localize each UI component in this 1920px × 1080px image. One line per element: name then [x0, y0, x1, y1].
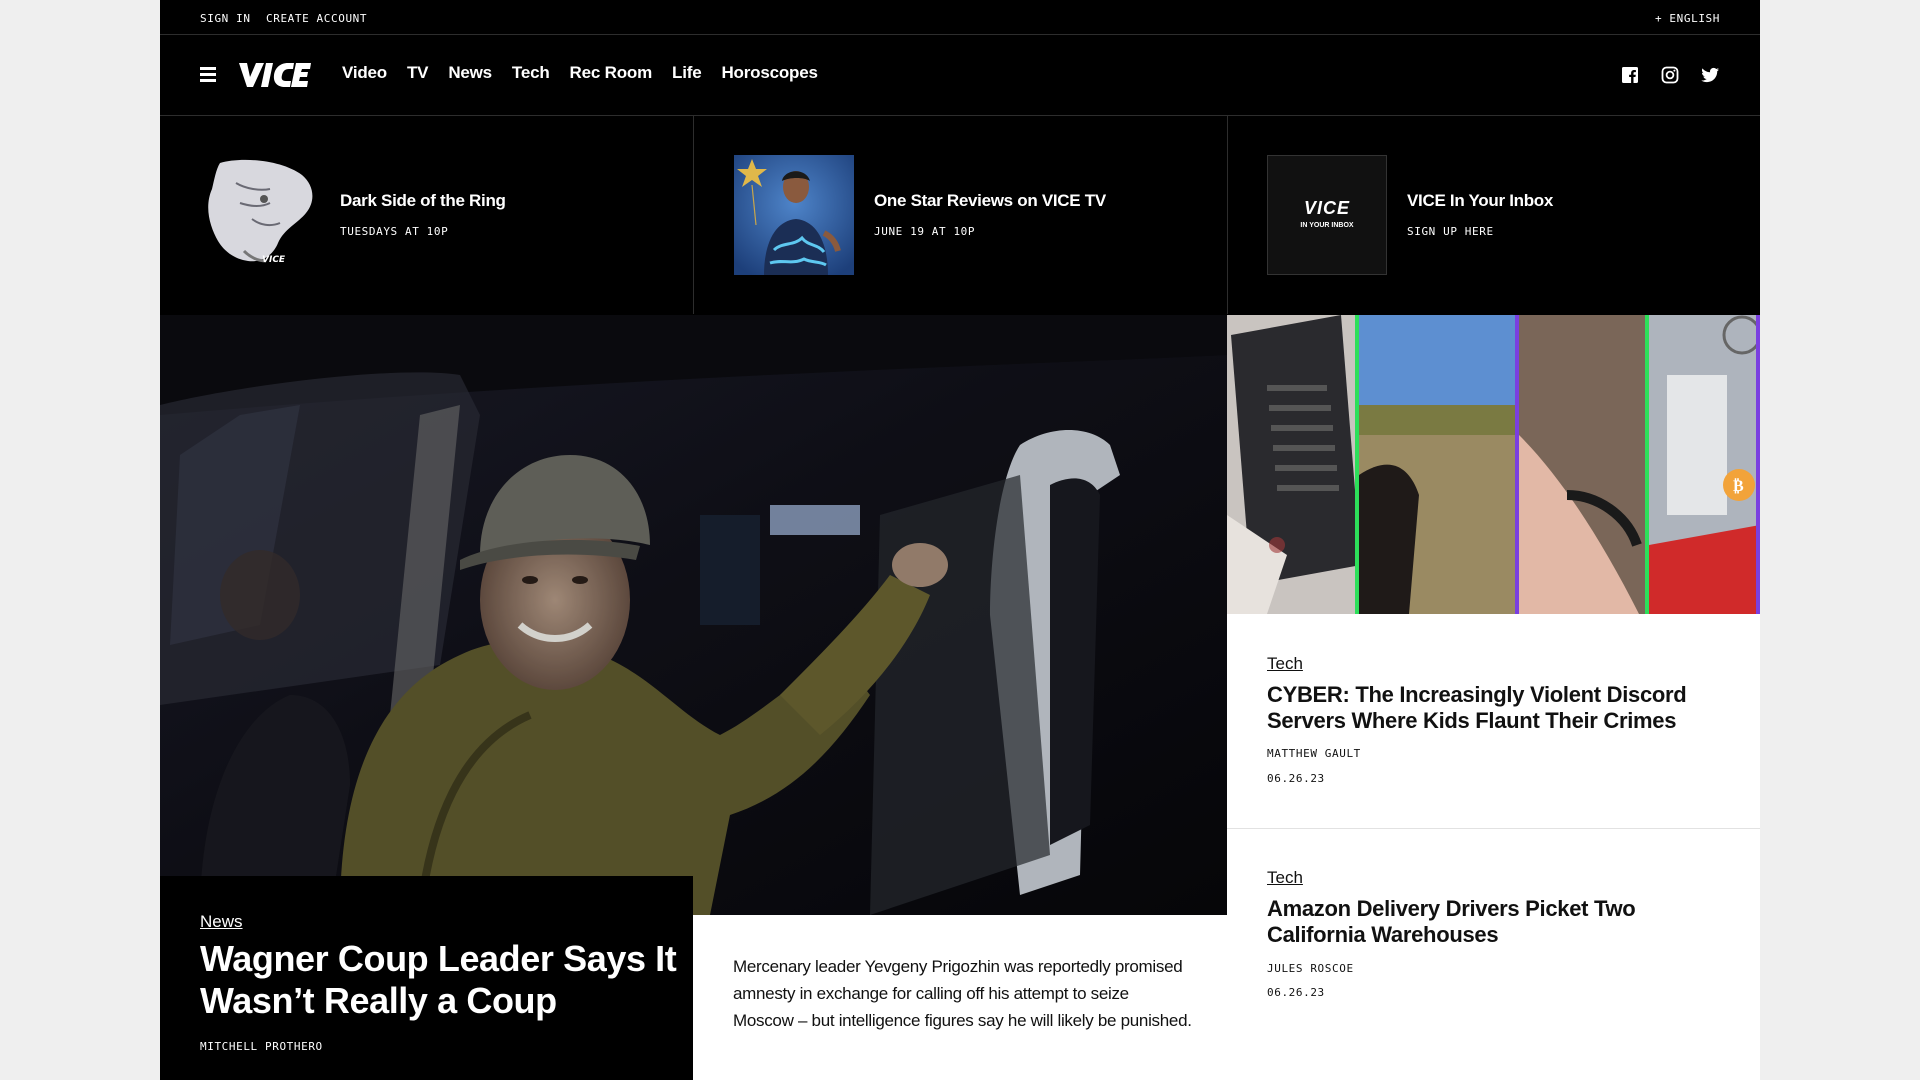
- nav-item-life[interactable]: Life: [672, 63, 702, 83]
- twitter-icon[interactable]: [1700, 65, 1720, 85]
- social-links: [1620, 65, 1720, 85]
- promo-subtitle: TUESDAYS AT 10P: [340, 225, 449, 238]
- promo-card-inbox[interactable]: VICE IN YOUR INBOX VICE In Your Inbox SI…: [1227, 116, 1760, 314]
- promo-card-dark-side[interactable]: VICE Dark Side of the Ring TUESDAYS AT 1…: [160, 116, 694, 314]
- story-date: 06.26.23: [1267, 986, 1325, 999]
- nav-item-horoscopes[interactable]: Horoscopes: [721, 63, 817, 83]
- page: SIGN IN CREATE ACCOUNT + ENGLISH Video T…: [160, 0, 1760, 1080]
- hero-description: Mercenary leader Yevgeny Prigozhin was r…: [733, 957, 1192, 1030]
- story-headline[interactable]: CYBER: The Increasingly Violent Discord …: [1267, 682, 1717, 734]
- story-card[interactable]: Tech CYBER: The Increasingly Violent Dis…: [1227, 614, 1760, 829]
- promo-card-one-star[interactable]: One Star Reviews on VICE TV JUNE 19 AT 1…: [694, 116, 1228, 314]
- hero-author[interactable]: MITCHELL PROTHERO: [200, 1040, 323, 1053]
- promo-title: Dark Side of the Ring: [340, 191, 506, 210]
- instagram-icon[interactable]: [1660, 65, 1680, 85]
- story-headline[interactable]: Amazon Delivery Drivers Picket Two Calif…: [1267, 896, 1717, 948]
- inbox-logo: VICE: [1303, 198, 1350, 218]
- hero-headline-card: News Wagner Coup Leader Says It Wasn’t R…: [160, 876, 693, 1080]
- promo-thumbnail: VICE: [200, 155, 320, 275]
- hamburger-menu-icon[interactable]: [200, 67, 216, 82]
- nav-item-news[interactable]: News: [448, 63, 492, 83]
- main-nav: Video TV News Tech Rec Room Life Horosco…: [160, 35, 1760, 116]
- svg-text:VICE: VICE: [262, 255, 286, 265]
- right-column: ₿ Tech CYBER: The Increasingly Violent D…: [1227, 315, 1760, 1080]
- story-category-link[interactable]: Tech: [1267, 654, 1303, 674]
- facebook-icon[interactable]: [1620, 65, 1640, 85]
- inbox-logo-caption: IN YOUR INBOX: [1300, 222, 1354, 229]
- promo-thumbnail: [734, 155, 854, 275]
- promo-title: VICE In Your Inbox: [1407, 191, 1554, 210]
- top-utility-bar: SIGN IN CREATE ACCOUNT + ENGLISH: [160, 0, 1760, 35]
- nav-item-tv[interactable]: TV: [407, 63, 429, 83]
- hero-headline[interactable]: Wagner Coup Leader Says It Wasn’t Really…: [200, 938, 680, 1022]
- promo-subtitle: SIGN UP HERE: [1407, 225, 1494, 238]
- story-image[interactable]: ₿: [1227, 315, 1760, 614]
- create-account-link[interactable]: CREATE ACCOUNT: [266, 12, 367, 25]
- story-author[interactable]: JULES ROSCOE: [1267, 962, 1354, 975]
- hero-category-link[interactable]: News: [200, 912, 243, 932]
- promo-strip: VICE Dark Side of the Ring TUESDAYS AT 1…: [160, 116, 1760, 314]
- nav-item-rec-room[interactable]: Rec Room: [570, 63, 653, 83]
- vice-logo[interactable]: [236, 60, 312, 90]
- language-selector[interactable]: + ENGLISH: [1655, 12, 1720, 25]
- nav-item-video[interactable]: Video: [342, 63, 387, 83]
- hero-description-panel: Mercenary leader Yevgeny Prigozhin was r…: [693, 915, 1227, 1080]
- nav-menu: Video TV News Tech Rec Room Life Horosco…: [342, 63, 838, 83]
- sign-in-link[interactable]: SIGN IN: [200, 12, 251, 25]
- svg-text:₿: ₿: [1733, 476, 1744, 495]
- story-author[interactable]: MATTHEW GAULT: [1267, 747, 1361, 760]
- story-category-link[interactable]: Tech: [1267, 868, 1303, 888]
- story-card[interactable]: Tech Amazon Delivery Drivers Picket Two …: [1227, 829, 1760, 1080]
- promo-title: One Star Reviews on VICE TV: [874, 191, 1106, 210]
- story-date: 06.26.23: [1267, 772, 1325, 785]
- promo-subtitle: JUNE 19 AT 10P: [874, 225, 976, 238]
- promo-thumbnail: VICE IN YOUR INBOX: [1267, 155, 1387, 275]
- nav-item-tech[interactable]: Tech: [512, 63, 550, 83]
- hero-image[interactable]: [160, 315, 1227, 915]
